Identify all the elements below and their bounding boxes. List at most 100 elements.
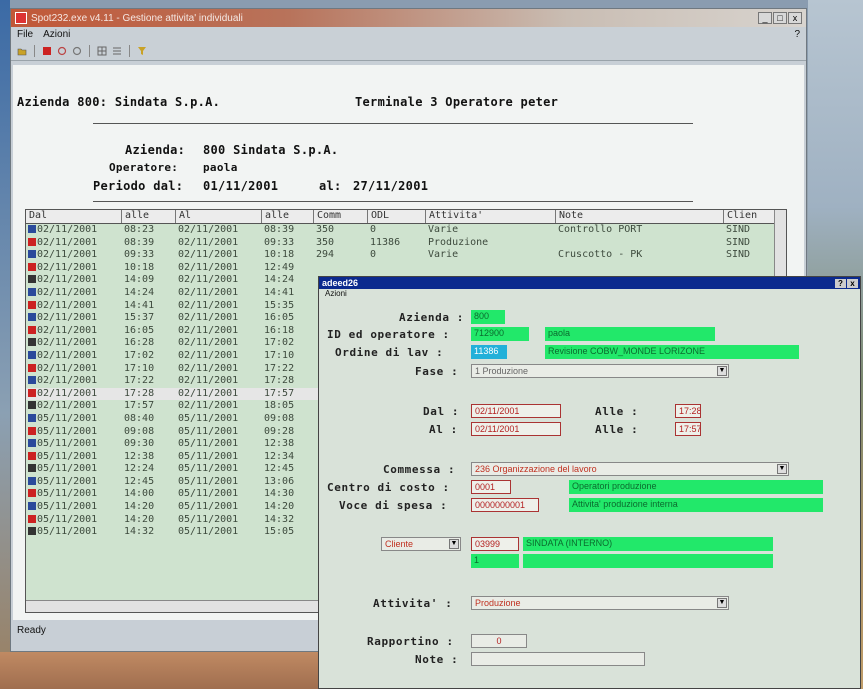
cell-text: 05/11/2001 [37, 425, 98, 437]
row-status-icon [28, 476, 36, 485]
azienda-field[interactable]: 800 [471, 310, 505, 324]
redo-icon[interactable] [72, 46, 82, 56]
column-header[interactable]: Attivita' [426, 210, 556, 223]
menu-azioni[interactable]: Azioni [43, 29, 70, 40]
operatore-id-field[interactable]: 712900 [471, 327, 529, 341]
table-cell: Cruscotto - PK [556, 249, 724, 262]
column-header[interactable]: Clien [724, 210, 776, 223]
cell-text: 350 [316, 224, 335, 235]
table-row[interactable]: 02/11/2001 09:33 02/11/2001 10:18 294 0 Varie C… [26, 249, 786, 262]
table-cell: 05/11/2001 [26, 426, 122, 439]
table-cell: 14:41 [262, 287, 314, 300]
alle-end-time-field[interactable]: 17:57 [675, 422, 701, 436]
minimize-button[interactable]: _ [758, 12, 772, 24]
cell-text: 17:02 [264, 337, 295, 349]
column-header[interactable]: Comm [314, 210, 368, 223]
column-header[interactable]: alle [262, 210, 314, 223]
table-row[interactable]: 02/11/2001 08:23 02/11/2001 08:39 350 0 Varie C… [26, 224, 786, 237]
cell-text: 02/11/2001 [37, 274, 98, 286]
separator-line [93, 123, 693, 124]
record-icon[interactable] [42, 46, 52, 56]
dialog-close-button[interactable]: x [847, 278, 858, 288]
table-cell: 12:38 [122, 451, 176, 464]
title-bar[interactable]: Spot232.exe v4.11 - Gestione attivita' i… [11, 9, 806, 27]
azienda-header: Azienda 800: Sindata S.p.A. [17, 95, 221, 109]
row-status-icon [28, 300, 36, 309]
dialog-menu-azioni[interactable]: Azioni [319, 289, 860, 299]
table-cell: 17:10 [262, 350, 314, 363]
table-cell [426, 262, 556, 275]
row-status-icon [28, 325, 36, 334]
cell-text: 09:08 [124, 425, 155, 437]
cliente-name-field: SINDATA (INTERNO) [523, 537, 773, 551]
cell-text: 17:10 [264, 349, 295, 361]
note-field[interactable] [471, 652, 645, 666]
maximize-button[interactable]: □ [773, 12, 787, 24]
alle-start-time-field[interactable]: 17:28 [675, 404, 701, 418]
commessa-value: 236 Organizzazione del lavoro [475, 464, 597, 474]
table-cell: 12:38 [262, 438, 314, 451]
dialog-help-button[interactable]: ? [835, 278, 846, 288]
cell-text: 02/11/2001 [37, 261, 98, 273]
cell-text: 02/11/2001 [178, 312, 239, 324]
voce-code-field[interactable]: 0000000001 [471, 498, 539, 512]
cell-text: 294 [316, 249, 335, 261]
rapportino-field[interactable]: 0 [471, 634, 527, 648]
row-status-icon [28, 237, 36, 246]
al-date-field[interactable]: 02/11/2001 [471, 422, 561, 436]
column-header[interactable]: Note [556, 210, 724, 223]
table-cell: 08:39 [262, 224, 314, 237]
chevron-down-icon[interactable]: ▼ [777, 464, 787, 474]
dialog-title-bar[interactable]: adeed26 ? x [319, 277, 860, 289]
azienda-value: 800 Sindata S.p.A. [203, 143, 339, 157]
table-cell: 05/11/2001 [26, 451, 122, 464]
cell-text: 08:23 [124, 224, 155, 235]
table-cell: Varie [426, 249, 556, 262]
close-button[interactable]: x [788, 12, 802, 24]
open-icon[interactable] [17, 46, 27, 56]
cell-text: 17:02 [124, 349, 155, 361]
commessa-dropdown[interactable]: 236 Organizzazione del lavoro ▼ [471, 462, 789, 476]
ordine-id-field[interactable]: 11386 [471, 345, 507, 359]
table-cell: 17:57 [122, 400, 176, 413]
chevron-down-icon[interactable]: ▼ [449, 539, 459, 549]
cell-text: 0 [370, 224, 377, 235]
table-cell: 15:37 [122, 312, 176, 325]
column-header[interactable]: Al [176, 210, 262, 223]
column-header[interactable]: alle [122, 210, 176, 223]
table-cell: 12:45 [122, 476, 176, 489]
azienda-field-label: Azienda : [399, 311, 465, 324]
cliente-sub-field[interactable]: 1 [471, 554, 519, 568]
table-cell: 11386 [368, 237, 426, 250]
chevron-down-icon[interactable]: ▼ [717, 366, 727, 376]
menu-help[interactable]: ? [794, 29, 800, 40]
fase-dropdown[interactable]: 1 Produzione ▼ [471, 364, 729, 378]
centro-code-field[interactable]: 0001 [471, 480, 511, 494]
list-icon[interactable] [112, 46, 122, 56]
cell-text: 14:20 [124, 513, 155, 525]
table-cell: 14:32 [122, 526, 176, 539]
column-header[interactable]: Dal [26, 210, 122, 223]
cliente-type-dropdown[interactable]: Cliente ▼ [381, 537, 461, 551]
chevron-down-icon[interactable]: ▼ [717, 598, 727, 608]
table-cell: 05/11/2001 [176, 426, 262, 439]
table-row[interactable]: 02/11/2001 08:39 02/11/2001 09:33 350 11386 Pr… [26, 237, 786, 250]
row-status-icon [28, 413, 36, 422]
table-cell: 02/11/2001 [26, 337, 122, 350]
table-cell: 05/11/2001 [26, 514, 122, 527]
activity-dialog: adeed26 ? x Azioni Azienda : 800 ID ed o… [318, 276, 861, 689]
cell-text: 14:00 [124, 488, 155, 500]
menu-file[interactable]: File [17, 29, 33, 40]
cell-text: 02/11/2001 [178, 349, 239, 361]
grid-icon[interactable] [97, 46, 107, 56]
attivita-dropdown[interactable]: Produzione ▼ [471, 596, 729, 610]
cell-text: 02/11/2001 [178, 236, 239, 248]
filter-icon[interactable] [137, 46, 147, 56]
table-cell: 12:45 [262, 463, 314, 476]
app-icon [15, 12, 27, 24]
table-row[interactable]: 02/11/2001 10:18 02/11/2001 12:49 [26, 262, 786, 275]
undo-icon[interactable] [57, 46, 67, 56]
dal-date-field[interactable]: 02/11/2001 [471, 404, 561, 418]
cliente-code-field[interactable]: 03999 [471, 537, 519, 551]
column-header[interactable]: ODL [368, 210, 426, 223]
